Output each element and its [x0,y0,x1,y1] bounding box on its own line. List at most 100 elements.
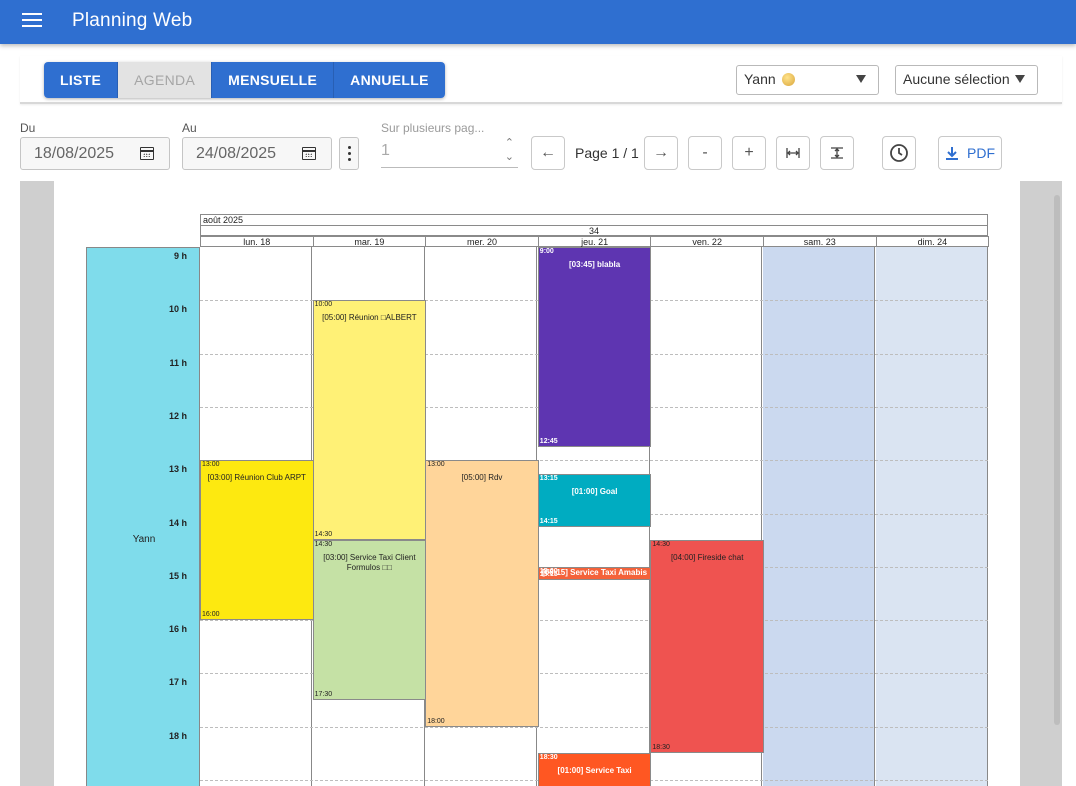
to-label: Au [182,121,197,135]
calendar-icon[interactable] [302,147,316,160]
user-select[interactable]: Yann [736,65,879,95]
hour-label: 12 h [168,410,187,421]
event-block[interactable]: 15:00 [00:15] Service Taxi Amabis 15:15 [537,566,652,581]
event-start-time: 13:15 [539,474,558,482]
event-title: [04:00] Fireside chat [670,553,744,563]
spin-up-icon[interactable]: ⌃ [505,138,514,149]
from-date-value: 18/08/2025 [34,145,115,162]
event-end-time: 18:00 [427,717,445,725]
download-icon [946,147,958,160]
event-title: [03:45] blabla [569,260,621,269]
zoom-in-button[interactable]: + [732,136,766,170]
from-label: Du [20,121,36,135]
pdf-label: PDF [967,145,995,161]
day-header: dim. 24 [875,236,990,247]
event-block[interactable]: 9:00 [03:45] blabla 12:45 [537,247,652,447]
event-start-time: 14:30 [314,541,333,549]
day-header: ven. 22 [650,236,764,247]
pages-input[interactable]: 1 ⌃ ⌄ [381,136,518,168]
pdf-export-button[interactable]: PDF [938,136,1002,170]
to-date-value: 24/08/2025 [196,145,277,162]
vertical-scrollbar[interactable] [1054,195,1060,725]
chevron-down-icon [856,75,866,83]
resource-column: Yann 9 h 10 h 11 h 12 h 13 h 14 h 15 h 16 h 17 h… [86,247,200,786]
day-column[interactable] [763,247,875,786]
event-end-time: 18:30 [652,744,670,752]
selection-select[interactable]: Aucune sélection [895,65,1038,95]
event-title: [05:00] Rdv [461,473,503,483]
event-title: [03:00] Réunion Club ARPT [207,473,306,483]
week-header: 34 [200,225,988,236]
day-column[interactable] [875,247,988,786]
menu-icon[interactable] [22,13,42,29]
event-end-time: 14:30 [314,531,333,539]
hour-gridline [200,726,988,728]
event-block[interactable]: 14:30 [04:00] Fireside chat 18:30 [650,540,764,754]
prev-page-button[interactable]: ← [531,136,565,170]
fit-width-button[interactable] [776,136,810,170]
app-bar: Planning Web [0,0,1076,44]
from-date-field[interactable]: 18/08/2025 [20,137,170,170]
fit-height-icon [831,147,843,159]
more-options-icon[interactable] [339,137,359,170]
event-start-time: 9:00 [539,248,554,255]
event-start-time: 14:30 [652,541,670,549]
event-start-time: 18:30 [539,754,558,762]
event-block[interactable]: 13:00 [03:00] Réunion Club ARPT 16:00 [200,460,314,621]
event-block[interactable]: 13:00 [05:00] Rdv 18:00 [425,460,539,727]
hour-label: 14 h [168,517,187,528]
event-title: [01:00] Goal [571,486,618,496]
view-switcher: LISTE AGENDA MENSUELLE ANNUELLE [44,62,445,98]
view-toolbar: LISTE AGENDA MENSUELLE ANNUELLE Yann Auc… [20,56,1062,104]
view-agenda-button[interactable]: AGENDA [118,62,213,98]
spin-down-icon[interactable]: ⌄ [505,152,514,163]
event-title: [03:00] Service Taxi Client Formulos □□ [323,553,416,573]
clock-icon [890,144,908,162]
day-header: jeu. 21 [537,236,652,247]
event-block[interactable]: 14:30 [03:00] Service Taxi Client Formulo… [312,540,427,701]
planning-sheet: août 2025 34 lun. 18 mar. 19 mer. 20 jeu. 2… [54,181,1020,786]
hour-label: 10 h [168,304,187,315]
hour-label: 13 h [168,464,187,475]
event-end-time: 14:15 [539,517,558,525]
day-header: mar. 19 [312,236,427,247]
fit-height-button[interactable] [820,136,854,170]
arrow-right-icon: → [653,144,669,161]
event-title: [05:00] Réunion □ALBERT [322,313,417,323]
pages-value: 1 [381,142,390,159]
to-date-field[interactable]: 24/08/2025 [182,137,332,170]
event-title: [01:00] Service Taxi [557,766,632,776]
arrow-left-icon: ← [540,144,556,161]
event-block[interactable]: 18:30[01:00] Service Taxi19:30 [537,753,652,786]
hour-label: 11 h [169,357,187,368]
page-indicator: Page 1 / 1 [575,145,639,161]
zoom-out-button[interactable]: - [688,136,722,170]
day-header: lun. 18 [200,236,314,247]
event-start-time: 13:00 [202,461,220,469]
event-start-time: 13:00 [427,461,445,469]
calendar-icon[interactable] [140,147,154,160]
event-block[interactable]: 13:15 [01:00] Goal 14:15 [537,473,652,527]
user-select-value: Yann [744,71,776,87]
day-header: mer. 20 [425,236,539,247]
pages-label: Sur plusieurs pag... [381,121,485,135]
event-block[interactable]: 10:00 [05:00] Réunion □ALBERT 14:30 [312,300,427,541]
resource-name: Yann [132,534,156,545]
hour-label: 18 h [168,730,187,741]
view-annuelle-button[interactable]: ANNUELLE [334,62,445,98]
user-avatar-icon [781,73,795,86]
view-mensuelle-button[interactable]: MENSUELLE [212,62,335,98]
event-end-time: 12:45 [539,437,558,445]
next-page-button[interactable]: → [644,136,678,170]
event-end-time: 16:00 [202,611,220,619]
hour-label: 9 h [173,251,187,261]
planning-preview[interactable]: août 2025 34 lun. 18 mar. 19 mer. 20 jeu. 2… [20,181,1062,786]
view-liste-button[interactable]: LISTE [44,62,119,98]
event-end-time: 15:15 [539,571,558,579]
fit-width-icon [786,148,800,158]
day-header: sam. 23 [763,236,877,247]
event-start-time: 10:00 [314,301,333,309]
hour-label: 16 h [168,624,187,635]
history-button[interactable] [882,136,916,170]
selection-select-value: Aucune sélection [903,71,1010,87]
